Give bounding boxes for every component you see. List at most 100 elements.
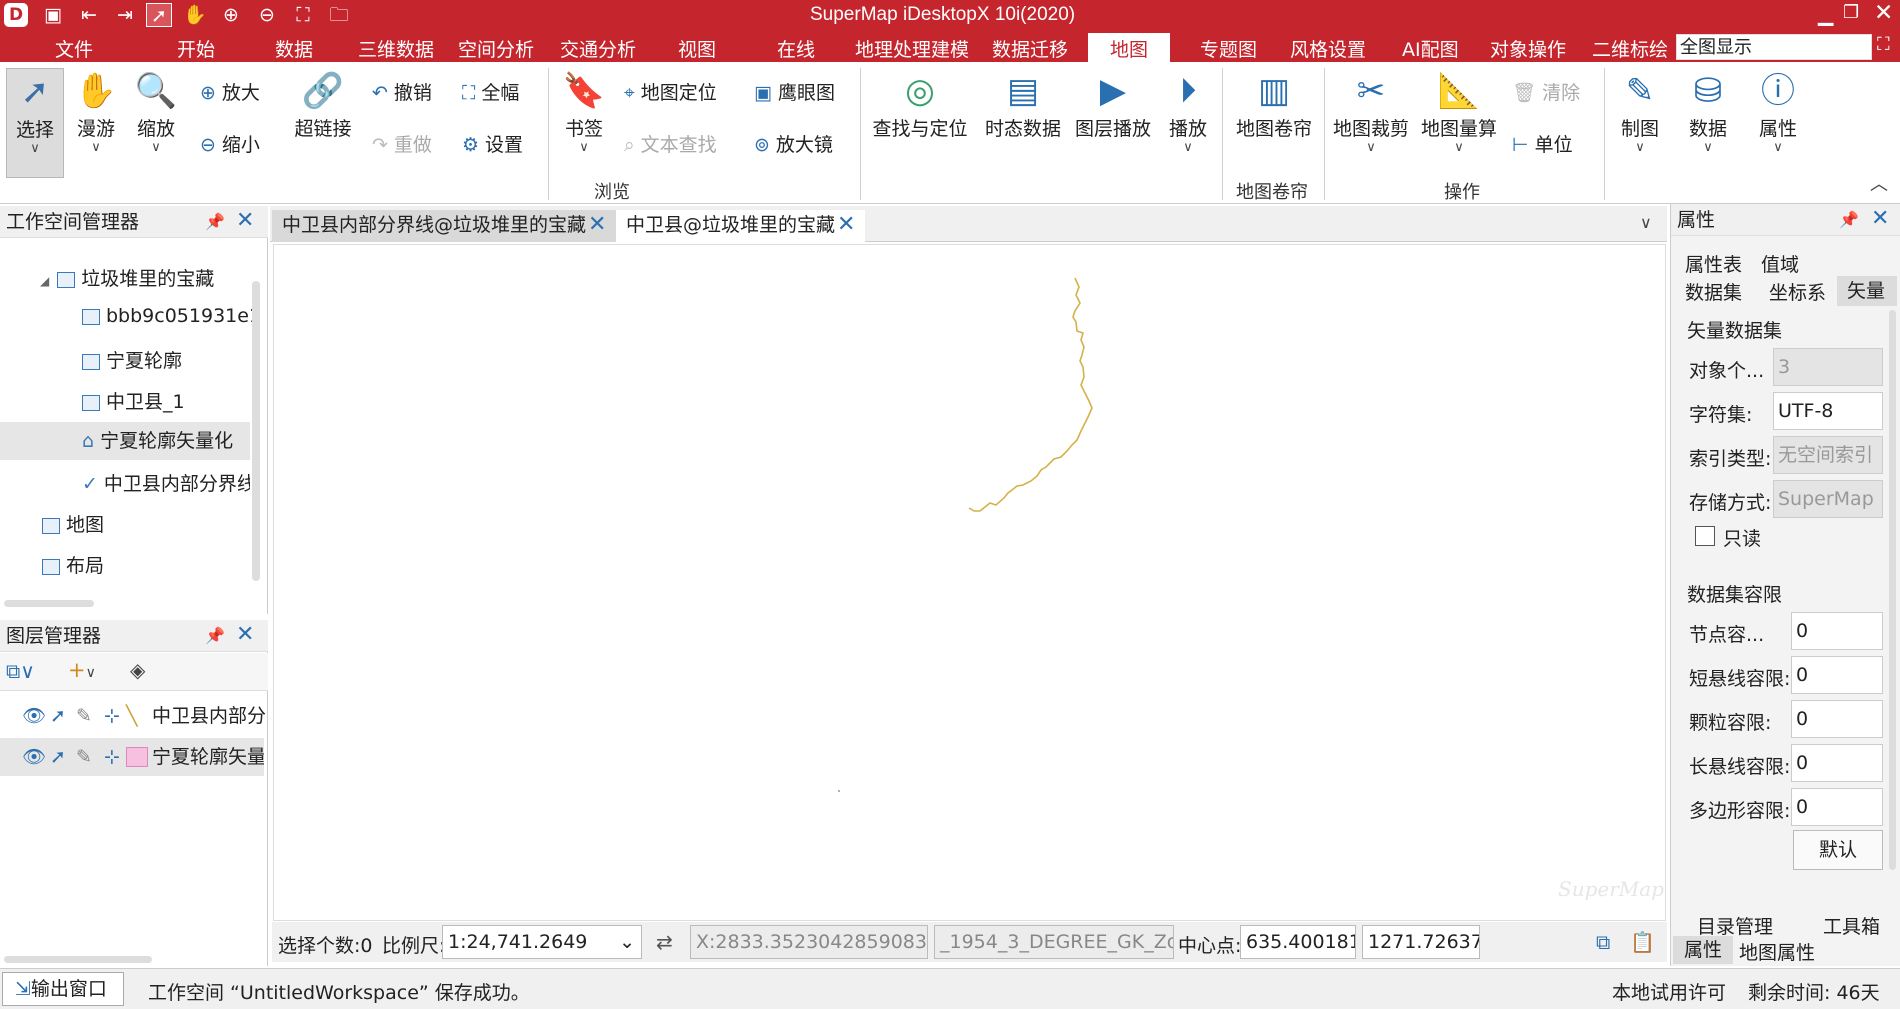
select-tool-icon[interactable]: ➚ (146, 3, 172, 27)
menu-thematic[interactable]: 专题图 (1200, 35, 1257, 62)
unit-button[interactable]: ⊢ 单位 (1512, 130, 1573, 157)
close-icon[interactable]: ✕ (236, 619, 254, 651)
zoom-in-button[interactable]: ⊕ 放大 (200, 78, 260, 105)
tab-list-dropdown-icon[interactable]: ∨ (1640, 213, 1652, 232)
tab-county-map[interactable]: 中卫县@垃圾堆里的宝藏✕ (616, 210, 866, 242)
scale-select[interactable]: 1:24,741.2649 ⌄ (442, 925, 642, 959)
export-icon[interactable]: ⇥ (112, 3, 138, 27)
zoom-out-button[interactable]: ⊖ 缩小 (200, 130, 260, 157)
layer-play-button[interactable]: ▶ 图层播放 (1072, 70, 1154, 141)
menu-map[interactable]: 地图 (1088, 33, 1171, 62)
menu-online[interactable]: 在线 (777, 35, 815, 62)
open-folder-icon[interactable]: 🗀 (326, 3, 352, 27)
magnifier-button[interactable]: ⊚ 放大镜 (754, 130, 833, 157)
properties-button[interactable]: ⓘ 属性 ∨ (1750, 70, 1806, 155)
collapse-icon[interactable]: ◢ (40, 274, 49, 288)
selectable-icon[interactable]: ➚ (50, 698, 66, 734)
tab-toolbox[interactable]: 工具箱 (1823, 912, 1880, 939)
close-window-button[interactable]: ✕ (1874, 0, 1893, 26)
props-tab-crs[interactable]: 坐标系 (1769, 278, 1826, 305)
clear-button[interactable]: 🗑 清除 (1512, 78, 1580, 105)
full-extent-button[interactable]: ⛶ 全幅 (462, 78, 519, 105)
text-search-button[interactable]: ⌕ 文本查找 (624, 130, 717, 157)
expand-icon[interactable]: ⛶ (1877, 34, 1890, 55)
zoom-button[interactable]: 🔍 缩放 ∨ (128, 70, 184, 155)
restore-button[interactable]: ❐ (1843, 2, 1859, 23)
tree-dataset[interactable]: 宁夏轮廓 (82, 346, 182, 373)
menu-object-ops[interactable]: 对象操作 (1490, 35, 1566, 62)
redo-button[interactable]: ↷ 重做 (372, 130, 432, 157)
tree-dataset[interactable]: bbb9c051931e1 (82, 305, 261, 327)
tree-layouts[interactable]: 布局 (42, 551, 104, 578)
menu-traffic-analysis[interactable]: 交通分析 (560, 35, 636, 62)
data-button[interactable]: ⛁ 数据 ∨ (1680, 70, 1736, 155)
copy-icon[interactable]: ⧉ (1596, 930, 1610, 954)
visible-eye-icon[interactable]: 👁 (22, 698, 46, 734)
menu-style[interactable]: 风格设置 (1290, 35, 1366, 62)
output-window-button[interactable]: ⇲输出窗口 (2, 972, 124, 1006)
center-x-input[interactable]: 635.4001819 (1240, 925, 1356, 959)
zoom-in-quick-icon[interactable]: ⊕ (218, 3, 244, 27)
props-tab-attr-table[interactable]: 属性表 (1685, 250, 1742, 277)
undo-button[interactable]: ↶ 撤销 (372, 78, 432, 105)
search-input[interactable]: 全图显示 (1676, 34, 1872, 60)
import-icon[interactable]: ⇤ (76, 3, 102, 27)
tree-datasource[interactable]: ◢ 垃圾堆里的宝藏 (40, 264, 214, 291)
editable-icon[interactable]: ✎ (76, 698, 92, 734)
selectable-icon[interactable]: ➚ (50, 738, 66, 776)
pan-tool-icon[interactable]: ✋ (182, 3, 208, 27)
props-tab-vector[interactable]: 矢量 (1837, 276, 1897, 306)
tab-map-properties[interactable]: 地图属性 (1739, 938, 1815, 965)
short-dangle-input[interactable]: 0 (1791, 656, 1883, 694)
layers-icon[interactable]: ◈ (130, 658, 145, 682)
close-tab-icon[interactable]: ✕ (588, 212, 606, 237)
temporal-data-button[interactable]: ▤ 时态数据 (982, 70, 1064, 141)
vertical-scrollbar[interactable] (252, 281, 260, 581)
menu-data[interactable]: 数据 (275, 35, 313, 62)
zoom-out-quick-icon[interactable]: ⊖ (254, 3, 280, 27)
collapse-ribbon-icon[interactable]: ︿ (1870, 170, 1888, 196)
menu-start[interactable]: 开始 (177, 35, 215, 62)
tree-dataset[interactable]: ✓ 中卫县内部分界线 (82, 469, 250, 496)
save-icon[interactable]: ▣ (40, 3, 66, 27)
menu-file[interactable]: 文件 (55, 35, 93, 62)
readonly-checkbox[interactable] (1695, 526, 1715, 546)
map-measure-button[interactable]: 📐 地图量算 ∨ (1418, 70, 1500, 155)
visible-eye-icon[interactable]: 👁 (22, 738, 46, 776)
add-map-icon[interactable]: ⧉∨ (6, 659, 35, 683)
center-y-input[interactable]: 1271.726371 (1362, 925, 1480, 959)
pin-icon[interactable]: 📌 (205, 620, 225, 652)
menu-spatial-analysis[interactable]: 空间分析 (458, 35, 534, 62)
long-dangle-input[interactable]: 0 (1791, 744, 1883, 782)
default-button[interactable]: 默认 (1793, 830, 1883, 870)
full-extent-quick-icon[interactable]: ⛶ (290, 3, 316, 27)
swipe-button[interactable]: ▥ 地图卷帘 (1230, 70, 1318, 141)
settings-button[interactable]: ⚙ 设置 (462, 130, 523, 157)
add-layer-icon[interactable]: +∨ (68, 658, 96, 682)
close-tab-icon[interactable]: ✕ (837, 212, 855, 237)
menu-3d-data[interactable]: 三维数据 (358, 35, 434, 62)
layer-row[interactable]: 👁 ➚ ✎ ⊹ ╲ 中卫县内部分 (0, 698, 268, 734)
close-icon[interactable]: ✕ (236, 205, 254, 237)
pin-icon[interactable]: 📌 (1839, 204, 1859, 236)
tab-catalog[interactable]: 目录管理 (1697, 912, 1773, 939)
minimize-button[interactable]: ▁ (1818, 2, 1833, 26)
select-button[interactable]: ➚ 选择 ∨ (6, 68, 64, 178)
tree-dataset-selected[interactable]: ⌂ 宁夏轮廓矢量化 (0, 422, 250, 460)
play-button[interactable]: ⏵ 播放 ∨ (1162, 70, 1214, 155)
map-clip-button[interactable]: ✂ 地图裁剪 ∨ (1330, 70, 1412, 155)
menu-data-migration[interactable]: 数据迁移 (992, 35, 1068, 62)
map-locate-button[interactable]: ⌖ 地图定位 (624, 78, 717, 105)
props-tab-dataset[interactable]: 数据集 (1685, 278, 1742, 305)
find-locate-button[interactable]: ◎ 查找与定位 (868, 70, 972, 141)
tree-dataset[interactable]: 中卫县_1 (82, 387, 185, 414)
bookmark-button[interactable]: 🔖 书签 ∨ (556, 70, 612, 155)
charset-field[interactable]: UTF-8 (1773, 392, 1883, 430)
pan-button[interactable]: ✋ 漫游 ∨ (68, 70, 124, 155)
menu-ai-map[interactable]: AI配图 (1402, 35, 1459, 62)
cartography-button[interactable]: ✎ 制图 ∨ (1612, 70, 1668, 155)
snap-icon[interactable]: ⊹ (104, 738, 120, 776)
map-canvas[interactable]: SuperMap (273, 244, 1666, 921)
pin-icon[interactable]: 📌 (205, 206, 225, 238)
hyperlink-button[interactable]: 🔗 超链接 (290, 70, 356, 141)
